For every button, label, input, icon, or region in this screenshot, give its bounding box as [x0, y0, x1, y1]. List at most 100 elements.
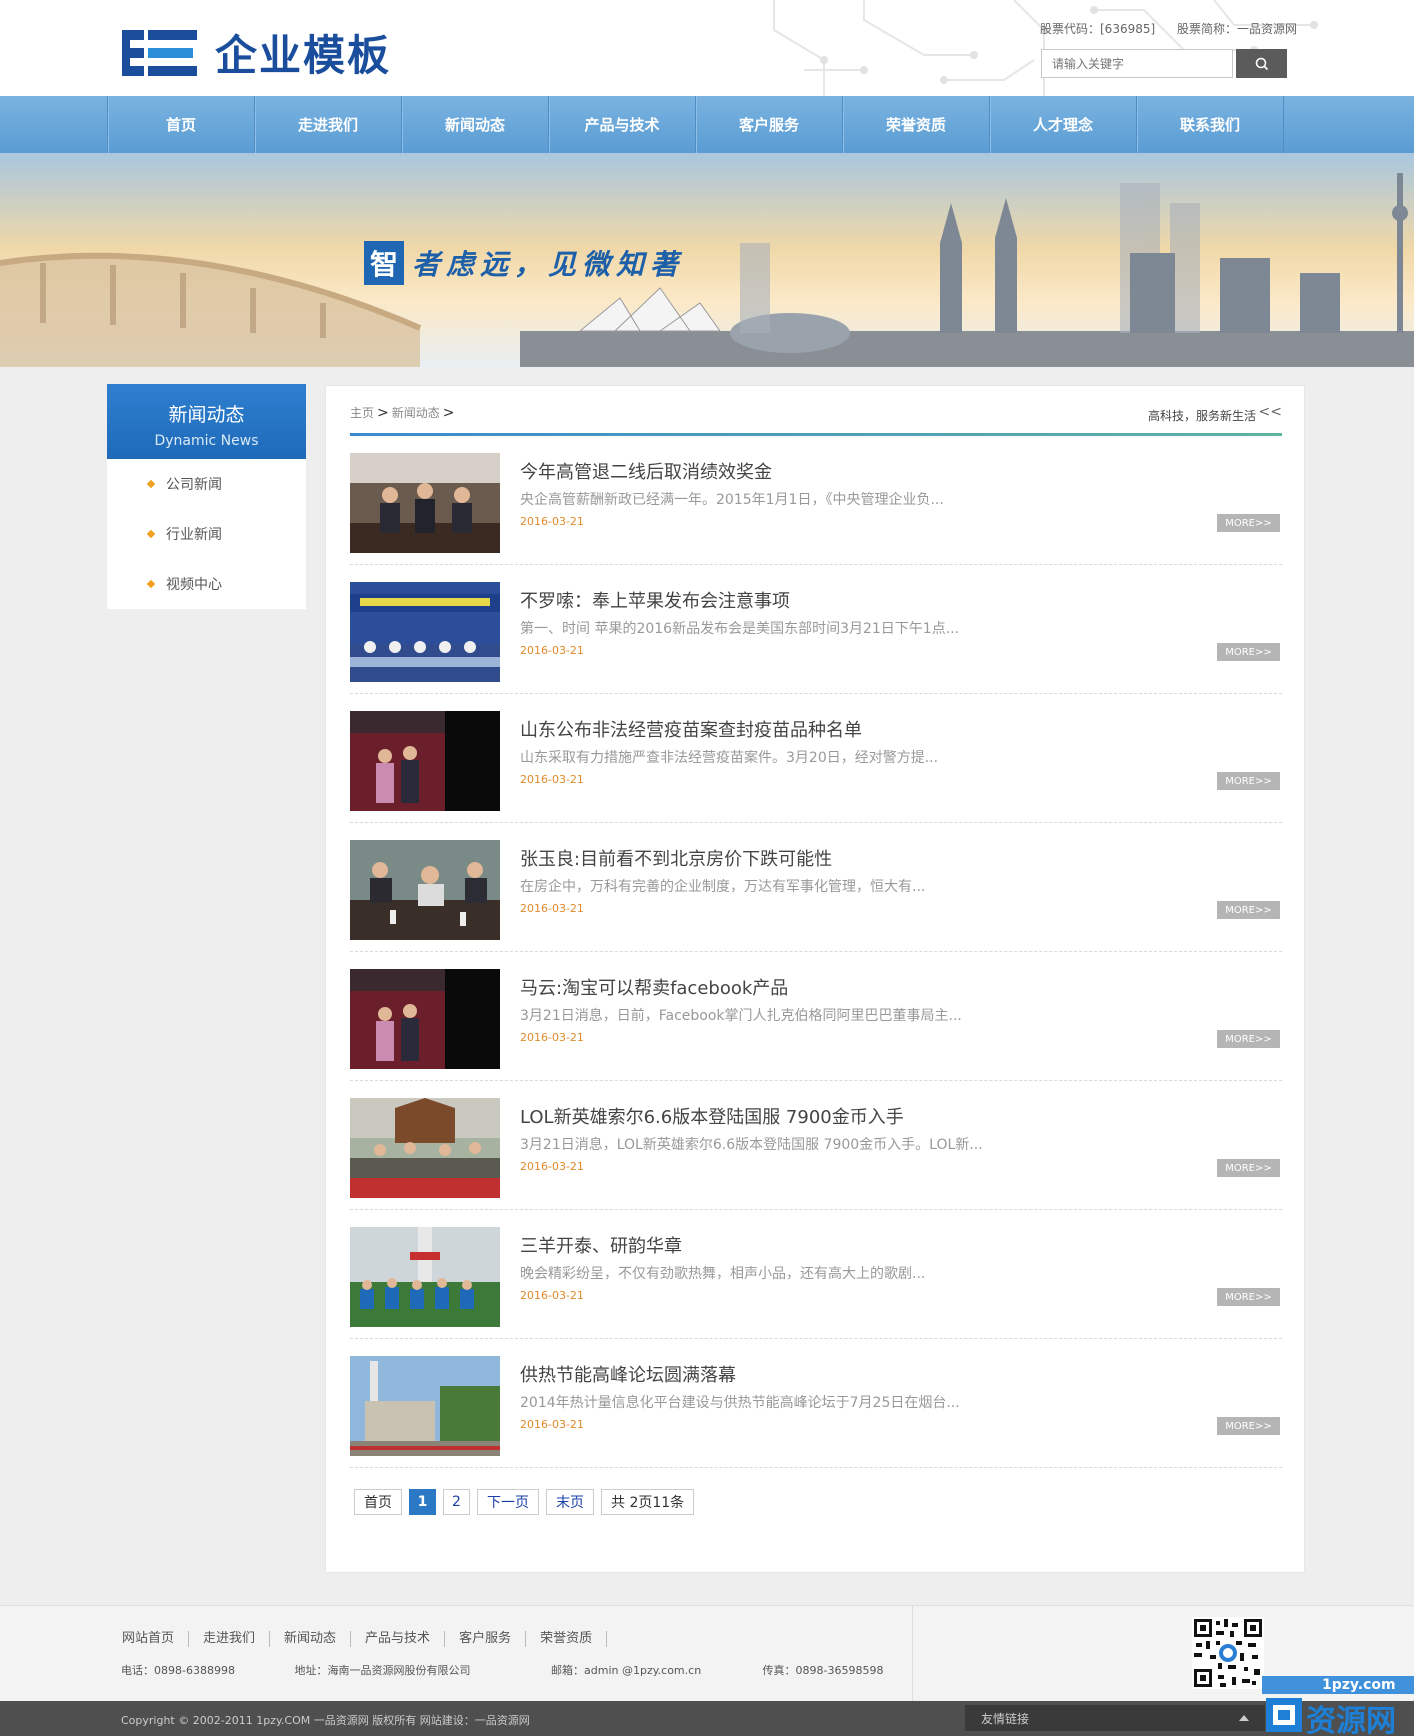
nav-item-contact[interactable]: 联系我们: [1137, 96, 1284, 153]
news-thumbnail[interactable]: [350, 969, 500, 1069]
sidebar-item-company-news[interactable]: 公司新闻: [107, 459, 306, 509]
stock-name: 股票简称：一品资源网: [1177, 22, 1298, 36]
friend-links-select[interactable]: 友情链接: [965, 1705, 1265, 1731]
footer-link-service[interactable]: 客户服务: [445, 1631, 527, 1647]
news-item: 供热节能高峰论坛圆满落幕 2014年热计量信息化平台建设与供热节能高峰论坛于7月…: [350, 1339, 1282, 1468]
news-title[interactable]: 张玉良:目前看不到北京房价下跌可能性: [520, 845, 832, 871]
news-title[interactable]: LOL新英雄索尔6.6版本登陆国服 7900金币入手: [520, 1103, 904, 1129]
footer-link-news[interactable]: 新闻动态: [270, 1631, 352, 1647]
watermark-text: 资源网: [1306, 1704, 1396, 1736]
search-bar: [1041, 49, 1287, 78]
site-watermark: 1pzy.com 资源网: [1262, 1676, 1414, 1736]
sidebar-item-industry-news[interactable]: 行业新闻: [107, 509, 306, 559]
news-thumbnail[interactable]: [350, 1356, 500, 1456]
news-thumbnail[interactable]: [350, 711, 500, 811]
nav-item-about[interactable]: 走进我们: [255, 96, 402, 153]
sidebar-subtitle: Dynamic News: [154, 433, 259, 449]
nav-item-service[interactable]: 客户服务: [696, 96, 843, 153]
news-thumbnail[interactable]: [350, 1227, 500, 1327]
news-summary: 2014年热计量信息化平台建设与供热节能高峰论坛于7月25日在烟台...: [520, 1395, 960, 1411]
triangle-up-icon: [1239, 1715, 1249, 1721]
search-button[interactable]: [1236, 49, 1287, 78]
more-button[interactable]: MORE>>: [1217, 1417, 1280, 1435]
footer-divider: [912, 1606, 913, 1702]
more-button[interactable]: MORE>>: [1217, 772, 1280, 790]
footer-link-home[interactable]: 网站首页: [122, 1631, 190, 1647]
more-button[interactable]: MORE>>: [1217, 643, 1280, 661]
news-title[interactable]: 马云:淘宝可以帮卖facebook产品: [520, 974, 788, 1000]
nav-item-home[interactable]: 首页: [108, 96, 255, 153]
main-nav: 首页 走进我们 新闻动态 产品与技术 客户服务 荣誉资质 人才理念 联系我们: [0, 96, 1414, 153]
pager-total: 共 2页11条: [601, 1489, 695, 1515]
diamond-bullet-icon: [146, 529, 156, 539]
news-date: 2016-03-21: [520, 1418, 584, 1431]
news-thumbnail[interactable]: [350, 840, 500, 940]
pager-page-2[interactable]: 2: [443, 1489, 470, 1515]
news-thumbnail[interactable]: [350, 582, 500, 682]
nav-item-talent[interactable]: 人才理念: [990, 96, 1137, 153]
search-icon: [1255, 57, 1268, 70]
footer-link-about[interactable]: 走进我们: [189, 1631, 271, 1647]
breadcrumb-current[interactable]: 新闻动态: [392, 406, 440, 420]
search-input[interactable]: [1041, 49, 1233, 78]
nav-item-honors[interactable]: 荣誉资质: [843, 96, 990, 153]
news-item: 山东公布非法经营疫苗案查封疫苗品种名单 山东采取有力措施严查非法经营疫苗案件。3…: [350, 694, 1282, 823]
pager-first[interactable]: 首页: [354, 1489, 402, 1515]
sidebar-item-video-center[interactable]: 视频中心: [107, 559, 306, 609]
pager-page-1[interactable]: 1: [409, 1489, 436, 1515]
more-button[interactable]: MORE>>: [1217, 1288, 1280, 1306]
pagination: 首页 1 2 下一页 末页 共 2页11条: [354, 1489, 701, 1515]
pager-next[interactable]: 下一页: [477, 1489, 539, 1515]
site-logo[interactable]: 企业模板: [122, 22, 391, 83]
news-summary: 在房企中，万科有完善的企业制度，万达有军事化管理，恒大有...: [520, 879, 926, 895]
nav-item-news[interactable]: 新闻动态: [402, 96, 549, 153]
more-button[interactable]: MORE>>: [1217, 1030, 1280, 1048]
banner-slogan: 智 者虑远，见微知著: [364, 241, 684, 285]
news-title[interactable]: 三羊开泰、研韵华章: [520, 1232, 682, 1258]
nav-item-products[interactable]: 产品与技术: [549, 96, 696, 153]
news-title[interactable]: 山东公布非法经营疫苗案查封疫苗品种名单: [520, 716, 862, 742]
logo-mark-icon: [122, 29, 197, 76]
news-summary: 3月21日消息，LOL新英雄索尔6.6版本登陆国服 7900金币入手。LOL新.…: [520, 1137, 983, 1153]
news-item: LOL新英雄索尔6.6版本登陆国服 7900金币入手 3月21日消息，LOL新英…: [350, 1081, 1282, 1210]
circuit-decoration: [773, 0, 1318, 96]
copyright-bar: Copyright © 2002-2011 1pzy.COM 一品资源网 版权所…: [0, 1701, 1414, 1736]
news-title[interactable]: 今年高管退二线后取消绩效奖金: [520, 458, 772, 484]
footer-phone: 电话：0898-6388998: [121, 1664, 235, 1677]
header: 企业模板 股票代码：[636985] 股票简称：一品资源网: [0, 0, 1414, 96]
logo-text: 企业模板: [215, 31, 392, 80]
more-button[interactable]: MORE>>: [1217, 1159, 1280, 1177]
news-date: 2016-03-21: [520, 1031, 584, 1044]
news-summary: 3月21日消息，日前，Facebook掌门人扎克伯格同阿里巴巴董事局主...: [520, 1008, 962, 1024]
news-date: 2016-03-21: [520, 515, 584, 528]
more-button[interactable]: MORE>>: [1217, 901, 1280, 919]
news-summary: 晚会精彩纷呈，不仅有劲歌热舞，相声小品，还有高大上的歌剧...: [520, 1266, 926, 1282]
double-chevron-left-icon[interactable]: <<: [1259, 404, 1282, 420]
watermark-domain: 1pzy.com: [1322, 1677, 1396, 1693]
breadcrumb-home[interactable]: 主页: [350, 406, 374, 420]
banner: 智 者虑远，见微知著: [0, 153, 1414, 367]
footer-fax: 传真：0898-36598598: [762, 1664, 884, 1677]
news-thumbnail[interactable]: [350, 1098, 500, 1198]
footer-links: 网站首页 走进我们 新闻动态 产品与技术 客户服务 荣誉资质: [122, 1631, 608, 1647]
news-title[interactable]: 供热节能高峰论坛圆满落幕: [520, 1361, 736, 1387]
sidebar: 新闻动态 Dynamic News 公司新闻 行业新闻 视频中心: [107, 384, 306, 609]
content-slogan: 高科技，服务新生活: [1147, 409, 1256, 423]
news-date: 2016-03-21: [520, 644, 584, 657]
qr-code-icon: [1192, 1617, 1264, 1689]
news-item: 马云:淘宝可以帮卖facebook产品 3月21日消息，日前，Facebook掌…: [350, 952, 1282, 1081]
stock-info: 股票代码：[636985] 股票简称：一品资源网: [1040, 20, 1315, 37]
stock-code: 股票代码：[636985]: [1040, 22, 1156, 36]
news-date: 2016-03-21: [520, 1289, 584, 1302]
news-thumbnail[interactable]: [350, 453, 500, 553]
footer-email: 邮箱：admin @1pzy.com.cn: [551, 1664, 702, 1677]
news-item: 今年高管退二线后取消绩效奖金 央企高管薪酬新政已经满一年。2015年1月1日，《…: [350, 436, 1282, 565]
news-date: 2016-03-21: [520, 902, 584, 915]
sidebar-title: 新闻动态: [168, 404, 245, 426]
more-button[interactable]: MORE>>: [1217, 514, 1280, 532]
pager-last[interactable]: 末页: [546, 1489, 594, 1515]
footer-link-honors[interactable]: 荣誉资质: [526, 1631, 608, 1647]
news-summary: 央企高管薪酬新政已经满一年。2015年1月1日，《中央管理企业负...: [520, 492, 944, 508]
footer-link-products[interactable]: 产品与技术: [351, 1631, 446, 1647]
news-title[interactable]: 不罗嗦：奉上苹果发布会注意事项: [520, 587, 790, 613]
